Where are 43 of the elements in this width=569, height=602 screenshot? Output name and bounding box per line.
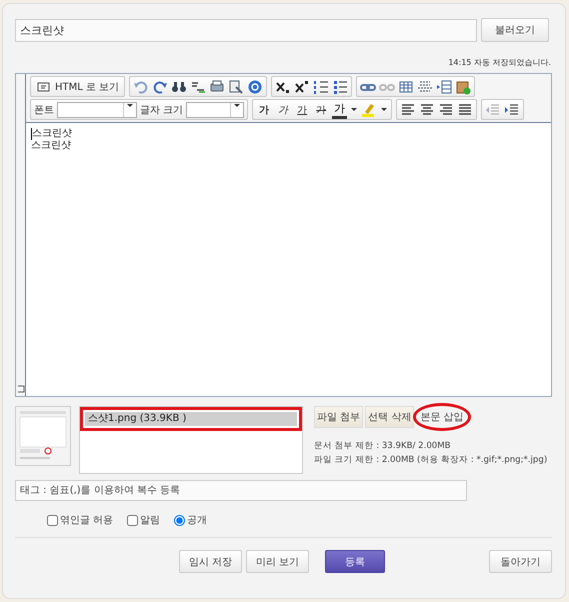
option-label: 공개 [187,514,208,527]
indent-table-icon[interactable] [436,78,452,94]
align-justify-icon[interactable] [457,102,474,118]
action-button[interactable]: 미리 보기 [246,550,309,573]
action-button[interactable]: 임시 저장 [179,550,242,573]
attachment-button[interactable]: 본문 삽입 [416,406,468,428]
limit-text: 파일 크기 제한 : 2.00MB (허용 확장자 : *.gif;*.png;*.jpg) [314,454,548,467]
radio[interactable] [174,514,186,526]
strike-button[interactable]: 가 [313,102,330,116]
title-field[interactable]: 스크린샷 [15,18,477,42]
indent-icon[interactable] [504,102,520,118]
bold-button[interactable]: 가 [256,102,272,116]
limit-text: 문서 첨부 제한 : 33.9KB/ 2.00MB [314,440,452,453]
body-text-line: 스크린샷 [31,128,546,140]
superscript-icon[interactable] [294,78,310,94]
font-size-label: 글자 크기 [140,104,184,116]
align-center-icon[interactable] [419,102,436,118]
numbered-list-icon[interactable] [313,78,330,94]
line-icon[interactable] [417,78,434,94]
bullet-list-icon[interactable] [332,78,348,94]
align-left-icon[interactable] [400,102,416,118]
tag-field[interactable]: 태그 : 쉼표(,)를 이용하여 복수 등록 [15,480,467,501]
action-button[interactable]: 등록 [325,550,385,573]
load-button[interactable]: 불러오기 [481,18,549,42]
autosave-status: 14:15 자동 저장되었습니다. [448,58,551,67]
italic-button[interactable]: 가 [275,102,292,116]
checkbox[interactable] [127,514,138,526]
align-right-icon[interactable] [438,102,454,118]
option-label: 엮인글 허용 [60,514,114,527]
package-icon[interactable] [455,78,472,94]
checkbox[interactable] [47,514,58,526]
body-text-line: 스크린샷 [31,140,72,152]
underline-button[interactable]: 가 [294,102,310,116]
option-label: 알림 [140,514,160,527]
print-icon[interactable] [209,78,226,94]
font-color-button[interactable]: 가 [332,100,348,118]
redo-icon[interactable] [152,78,168,94]
attachment-button[interactable]: 파일 첨부 [314,406,364,428]
back-button[interactable]: 돌아가기 [489,550,552,573]
attachment-button[interactable]: 선택 삭제 [365,406,414,428]
file-item[interactable]: 스샷1.png (33.9KB ) [85,412,297,426]
table-icon[interactable] [398,78,414,94]
font-label: 폰트 [34,104,54,116]
